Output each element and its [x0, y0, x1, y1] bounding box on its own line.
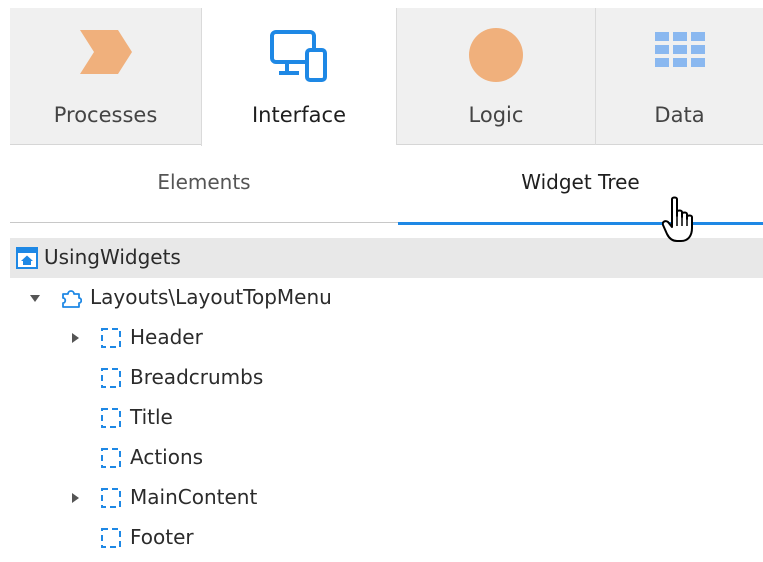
expanded-arrow-icon[interactable] — [28, 291, 42, 305]
active-tab-indicator — [398, 222, 763, 225]
tree-item-actions[interactable]: Actions — [10, 438, 763, 478]
tab-data[interactable]: Data — [595, 8, 763, 145]
tab-processes[interactable]: Processes — [10, 8, 201, 145]
data-grid-icon — [653, 28, 707, 80]
tree-item-label: Layouts\LayoutTopMenu — [90, 285, 332, 309]
tree-root-row[interactable]: UsingWidgets — [10, 238, 763, 278]
collapsed-arrow-icon[interactable] — [68, 331, 82, 345]
block-puzzle-icon — [60, 287, 83, 309]
tab-label: Logic — [468, 103, 524, 127]
placeholder-icon — [100, 487, 122, 509]
tree-item-label: Breadcrumbs — [130, 365, 264, 389]
screen-home-icon — [16, 247, 38, 269]
tab-interface[interactable]: Interface — [201, 8, 396, 146]
placeholder-icon — [100, 407, 122, 429]
tree-item-breadcrumbs[interactable]: Breadcrumbs — [10, 358, 763, 398]
tree-item-maincontent[interactable]: MainContent — [10, 478, 763, 518]
tab-label: Elements — [157, 170, 251, 194]
monitor-mobile-icon — [269, 28, 329, 88]
collapsed-arrow-icon[interactable] — [68, 491, 82, 505]
tab-logic[interactable]: Logic — [396, 8, 595, 145]
sub-tab-bar: Elements Widget Tree — [10, 145, 763, 225]
tab-elements[interactable]: Elements — [10, 145, 398, 223]
tab-label: Data — [654, 103, 705, 127]
tab-widget-tree[interactable]: Widget Tree — [398, 145, 763, 225]
tab-label: Widget Tree — [521, 170, 640, 194]
tree-item-label: Actions — [130, 445, 204, 469]
tree-item-header[interactable]: Header — [10, 318, 763, 358]
placeholder-icon — [100, 367, 122, 389]
tree-item-label: Header — [130, 325, 203, 349]
logic-circle-icon — [467, 28, 525, 90]
placeholder-icon — [100, 447, 122, 469]
tree-item-title[interactable]: Title — [10, 398, 763, 438]
module-tab-bar: Processes Interface Logic Data — [10, 8, 763, 146]
tree-item-layout[interactable]: Layouts\LayoutTopMenu — [10, 278, 763, 318]
tree-item-label: Title — [130, 405, 173, 429]
tree-item-footer[interactable]: Footer — [10, 518, 763, 558]
process-chevron-icon — [78, 28, 134, 80]
hand-pointer-cursor-icon — [661, 196, 696, 248]
tab-label: Processes — [53, 103, 158, 127]
tree-item-label: UsingWidgets — [44, 245, 181, 269]
tree-item-label: MainContent — [130, 485, 258, 509]
tree-item-label: Footer — [130, 525, 194, 549]
tab-label: Interface — [251, 103, 347, 127]
widget-tree: UsingWidgets Layouts\LayoutTopMenu Heade… — [10, 238, 763, 558]
placeholder-icon — [100, 527, 122, 549]
placeholder-icon — [100, 327, 122, 349]
